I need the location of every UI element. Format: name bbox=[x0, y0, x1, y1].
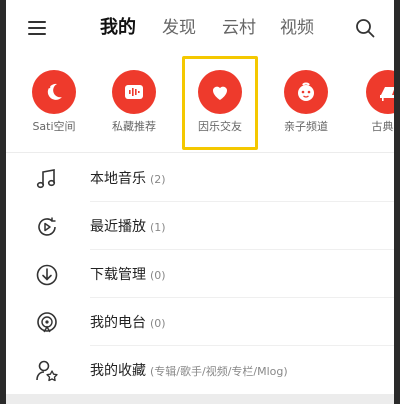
shortcut-sati-space[interactable]: Sati空间 bbox=[16, 56, 92, 150]
list-item-label: 我的电台 (0) bbox=[90, 315, 166, 331]
list-item-my-collection[interactable]: 我的收藏 (专辑/歌手/视频/专栏/Mlog) bbox=[6, 346, 394, 394]
top-tabs: 我的 发现 云村 视频 bbox=[90, 14, 324, 42]
shortcut-kids-channel[interactable]: 亲子频道 bbox=[268, 56, 344, 150]
list-item-label: 本地音乐 (2) bbox=[90, 171, 166, 187]
shortcut-label: 私藏推荐 bbox=[112, 120, 156, 133]
collection-icon bbox=[36, 360, 58, 382]
list-item-label: 下载管理 (0) bbox=[90, 267, 166, 283]
list-item-recent-play[interactable]: 最近播放 (1) bbox=[6, 202, 394, 250]
list-item-download-manager[interactable]: 下载管理 (0) bbox=[6, 250, 394, 298]
list-item-count: (专辑/歌手/视频/专栏/Mlog) bbox=[150, 365, 288, 378]
right-frame-edge bbox=[394, 0, 400, 404]
tab-mine[interactable]: 我的 bbox=[90, 14, 152, 42]
moon-icon bbox=[47, 83, 62, 100]
bottom-strip bbox=[6, 394, 394, 404]
shortcut-music-friends[interactable]: 因乐交友 bbox=[182, 56, 258, 150]
shortcut-row: Sati空间 私藏推荐 因乐交友 亲子频道 古典 bbox=[6, 56, 394, 150]
heart-icon bbox=[213, 86, 227, 100]
tab-discover[interactable]: 发现 bbox=[152, 14, 212, 42]
search-icon[interactable] bbox=[354, 17, 376, 39]
list-item-count: (0) bbox=[150, 317, 166, 330]
list-item-label: 我的收藏 (专辑/歌手/视频/专栏/Mlog) bbox=[90, 363, 288, 379]
recent-play-icon bbox=[38, 217, 56, 236]
shortcut-private-picks[interactable]: 私藏推荐 bbox=[96, 56, 172, 150]
list-item-count: (0) bbox=[150, 269, 166, 282]
list-item-count: (1) bbox=[150, 221, 166, 234]
shortcut-circle bbox=[112, 70, 156, 114]
list-item-count: (2) bbox=[150, 173, 166, 186]
shortcut-classical[interactable]: 古典专 bbox=[350, 56, 394, 150]
shortcut-label: Sati空间 bbox=[32, 120, 76, 133]
list-item-label: 最近播放 (1) bbox=[90, 219, 166, 235]
tab-cloud-village[interactable]: 云村 bbox=[212, 14, 270, 42]
download-icon bbox=[36, 264, 58, 286]
shortcut-label: 亲子频道 bbox=[284, 120, 328, 133]
shortcut-label: 因乐交友 bbox=[198, 120, 242, 133]
section-divider bbox=[6, 152, 394, 153]
shortcut-circle bbox=[366, 70, 394, 114]
shortcut-circle bbox=[284, 70, 328, 114]
radio-icon bbox=[37, 312, 57, 333]
top-bar: 我的 发现 云村 视频 bbox=[6, 0, 394, 56]
shortcut-circle bbox=[32, 70, 76, 114]
list-item-my-radio[interactable]: 我的电台 (0) bbox=[6, 298, 394, 346]
kid-face-icon bbox=[298, 82, 314, 101]
shortcut-circle bbox=[198, 70, 242, 114]
shortcut-label: 古典专 bbox=[371, 120, 395, 133]
tab-video[interactable]: 视频 bbox=[270, 14, 324, 42]
music-note-icon bbox=[36, 169, 56, 189]
list-item-local-music[interactable]: 本地音乐 (2) bbox=[6, 154, 394, 202]
waveform-icon bbox=[125, 85, 143, 99]
piano-icon bbox=[380, 87, 394, 101]
menu-icon[interactable] bbox=[28, 19, 50, 37]
